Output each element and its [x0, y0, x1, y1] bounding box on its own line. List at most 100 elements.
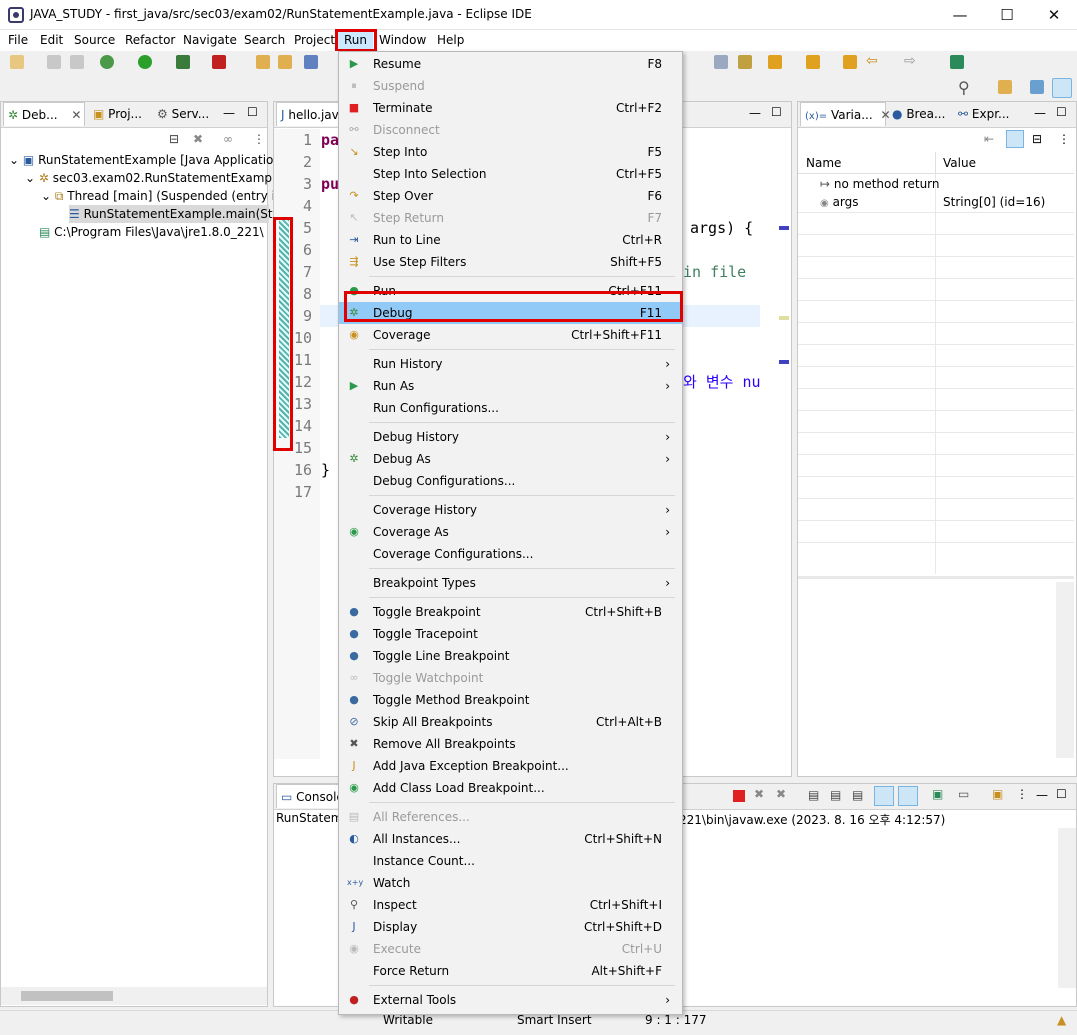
remove-all-terminated-icon[interactable]: ✖: [776, 787, 786, 801]
forward-icon[interactable]: ⇨: [904, 53, 916, 69]
menu-help[interactable]: Help: [431, 30, 470, 51]
java-perspective-icon[interactable]: [1030, 80, 1044, 94]
run-toolbar-icon[interactable]: [138, 55, 152, 69]
menu-item-remove-all-breakpoints[interactable]: ✖ Remove All Breakpoints: [339, 733, 682, 755]
minimize-view-icon[interactable]: —: [1034, 106, 1046, 120]
menu-item-run-configurations[interactable]: Run Configurations...: [339, 397, 682, 419]
collapse-all-icon[interactable]: ⊟: [169, 132, 179, 146]
maximize-view-icon[interactable]: ☐: [247, 105, 258, 119]
view-menu-icon[interactable]: ⋮: [253, 132, 265, 146]
menu-item-inspect[interactable]: ⚲ Inspect Ctrl+Shift+I: [339, 894, 682, 916]
menu-item-use-step-filters[interactable]: ⇶ Use Step Filters Shift+F5: [339, 251, 682, 273]
close-button[interactable]: ✕: [1031, 0, 1077, 30]
show-type-names-icon[interactable]: ⇤: [984, 132, 994, 146]
pin-editor-icon[interactable]: [950, 55, 964, 69]
column-name[interactable]: Name: [806, 156, 841, 170]
code-line-7[interactable]: in file: [683, 261, 746, 283]
last-edit-icon[interactable]: [843, 55, 857, 69]
menu-item-debug-history[interactable]: Debug History ›: [339, 426, 682, 448]
menu-item-add-class-load-breakpoint[interactable]: ◉ Add Class Load Breakpoint...: [339, 777, 682, 799]
vertical-scrollbar[interactable]: [1056, 582, 1074, 758]
open-perspective-icon[interactable]: [998, 80, 1012, 94]
column-divider[interactable]: [935, 152, 936, 174]
menu-item-all-instances[interactable]: ◐ All Instances... Ctrl+Shift+N: [339, 828, 682, 850]
code-line-5[interactable]: args) {: [690, 217, 753, 239]
menu-edit[interactable]: Edit: [34, 30, 69, 51]
save-icon[interactable]: [47, 55, 61, 69]
menu-item-debug-as[interactable]: ✲ Debug As ›: [339, 448, 682, 470]
new-console-icon[interactable]: ▭: [958, 787, 969, 801]
menu-item-run-to-line[interactable]: ⇥ Run to Line Ctrl+R: [339, 229, 682, 251]
menu-item-coverage[interactable]: ◉ Coverage Ctrl+Shift+F11: [339, 324, 682, 346]
variable-row-method-return[interactable]: ↦ no method return: [820, 175, 940, 193]
menu-item-watch[interactable]: x+y Watch: [339, 872, 682, 894]
tree-row-launch[interactable]: ⌄ ▣ RunStatementExample [Java Applicatio…: [9, 151, 286, 169]
scrollbar-thumb[interactable]: [21, 991, 113, 1001]
show-logical-structure-icon[interactable]: [1006, 130, 1024, 148]
maximize-view-icon[interactable]: ☐: [1056, 787, 1067, 801]
menu-item-resume[interactable]: ▶ Resume F8: [339, 53, 682, 75]
menu-search[interactable]: Search: [238, 30, 291, 51]
tree-row-thread[interactable]: ⌄ ⧉ Thread [main] (Suspended (entry in: [41, 187, 283, 205]
overview-marker[interactable]: [779, 316, 789, 320]
remove-launch-icon[interactable]: ✖: [754, 787, 764, 801]
tree-row-process[interactable]: ▤ C:\Program Files\Java\jre1.8.0_221\: [39, 223, 264, 241]
search-toolbar-icon[interactable]: [304, 55, 318, 69]
menu-item-add-java-exception-breakpoint[interactable]: J Add Java Exception Breakpoint...: [339, 755, 682, 777]
tab-variables[interactable]: (x)= Varia... ✕: [800, 102, 891, 126]
tab-hello-java[interactable]: J hello.java: [276, 102, 346, 126]
word-wrap-icon[interactable]: ▤: [830, 788, 841, 802]
tab-breakpoints[interactable]: ● Brea...: [888, 102, 952, 126]
debug-toolbar-icon[interactable]: [100, 55, 114, 69]
code-line-12[interactable]: 와 변수 nu: [683, 371, 761, 393]
overview-marker[interactable]: [779, 226, 789, 230]
menu-project[interactable]: Project: [288, 30, 341, 51]
link-icon[interactable]: ∞: [223, 132, 233, 146]
minimize-view-icon[interactable]: —: [223, 106, 235, 120]
menu-item-coverage-configurations[interactable]: Coverage Configurations...: [339, 543, 682, 565]
maximize-editor-icon[interactable]: ☐: [771, 105, 782, 119]
coverage-toolbar-icon[interactable]: [176, 55, 190, 69]
menu-item-toggle-method-breakpoint[interactable]: ● Toggle Method Breakpoint: [339, 689, 682, 711]
menu-item-debug-configurations[interactable]: Debug Configurations...: [339, 470, 682, 492]
menu-refactor[interactable]: Refactor: [119, 30, 181, 51]
menu-navigate[interactable]: Navigate: [177, 30, 243, 51]
code-line-1[interactable]: pa: [321, 129, 339, 151]
minimize-editor-icon[interactable]: —: [749, 106, 761, 120]
tab-console[interactable]: ▭ Console: [276, 784, 344, 808]
variable-value-args[interactable]: String[0] (id=16): [943, 193, 1045, 211]
tree-row-debug-target[interactable]: ⌄ ✲ sec03.exam02.RunStatementExample: [25, 169, 283, 187]
detail-pane-sash[interactable]: [798, 576, 1074, 579]
menu-item-step-into-selection[interactable]: Step Into Selection Ctrl+F5: [339, 163, 682, 185]
open-console-icon[interactable]: ▣: [992, 787, 1003, 801]
save-all-icon[interactable]: [70, 55, 84, 69]
show-stdout-icon[interactable]: ▤: [852, 788, 863, 802]
minimize-view-icon[interactable]: —: [1036, 788, 1048, 802]
tab-debug[interactable]: ✲ Deb... ✕: [3, 102, 85, 126]
prev-annotation-icon[interactable]: [806, 55, 820, 69]
pin-console-icon[interactable]: [874, 786, 894, 806]
scroll-lock-icon[interactable]: ▤: [808, 788, 819, 802]
collapse-all-icon[interactable]: ⊟: [1032, 132, 1042, 146]
menu-item-toggle-tracepoint[interactable]: ● Toggle Tracepoint: [339, 623, 682, 645]
variable-row-args[interactable]: ◉ args: [820, 193, 859, 211]
menu-item-run-history[interactable]: Run History ›: [339, 353, 682, 375]
open-task-icon[interactable]: [278, 55, 292, 69]
filter-icon[interactable]: [738, 55, 752, 69]
menu-file[interactable]: File: [2, 30, 34, 51]
code-line-16[interactable]: }: [321, 459, 330, 481]
menu-item-terminate[interactable]: ■ Terminate Ctrl+F2: [339, 97, 682, 119]
debug-perspective-icon[interactable]: [1052, 78, 1072, 98]
menu-item-run-as[interactable]: ▶ Run As ›: [339, 375, 682, 397]
menu-item-toggle-line-breakpoint[interactable]: ● Toggle Line Breakpoint: [339, 645, 682, 667]
tab-project-explorer[interactable]: ▣ Proj...: [89, 102, 159, 126]
console-vertical-scrollbar[interactable]: [1058, 828, 1076, 988]
search-icon[interactable]: ⚲: [958, 78, 970, 97]
remove-terminated-icon[interactable]: ✖: [193, 132, 203, 146]
menu-item-coverage-history[interactable]: Coverage History ›: [339, 499, 682, 521]
menu-item-force-return[interactable]: Force Return Alt+Shift+F: [339, 960, 682, 982]
tree-row-stack-frame[interactable]: ☰ RunStatementExample.main(Stri: [69, 205, 281, 223]
annotation-icon[interactable]: [714, 55, 728, 69]
menu-item-skip-all-breakpoints[interactable]: ⊘ Skip All Breakpoints Ctrl+Alt+B: [339, 711, 682, 733]
menu-source[interactable]: Source: [68, 30, 121, 51]
